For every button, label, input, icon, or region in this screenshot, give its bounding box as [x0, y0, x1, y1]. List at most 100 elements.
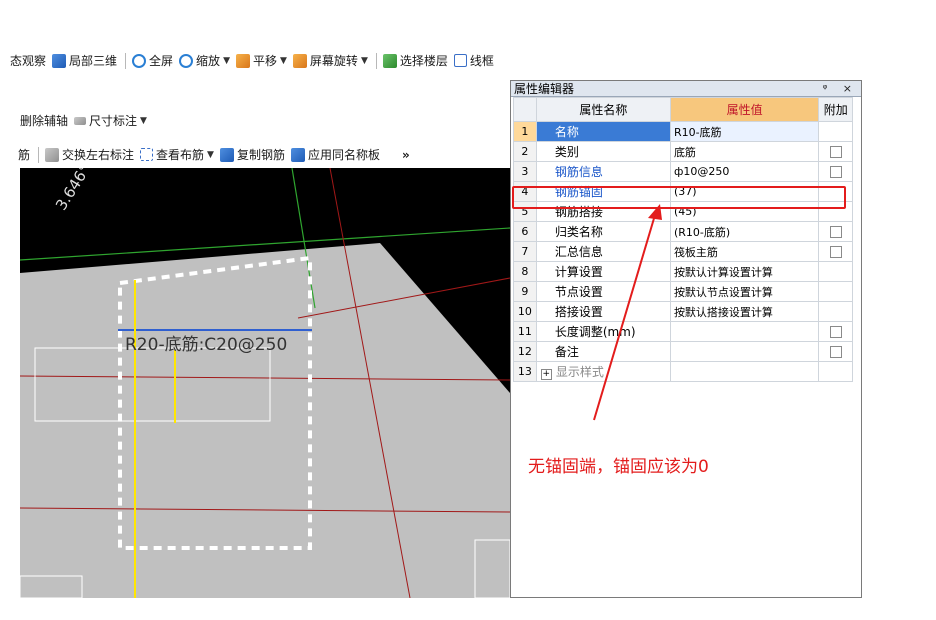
table-row[interactable]: 1 名称 R10-底筋	[513, 121, 853, 142]
extra-cell	[818, 321, 853, 342]
header-num	[513, 97, 537, 122]
zoom-fit-icon	[132, 53, 147, 68]
annotation-text: 无锚固端，锚固应该为0	[528, 457, 709, 477]
cad-canvas[interactable]: R20-底筋:C20@250 3.646°	[20, 168, 510, 598]
property-name: 汇总信息	[535, 241, 671, 262]
dimension-icon	[74, 116, 87, 125]
extra-cell	[818, 241, 853, 262]
property-name: 备注	[535, 341, 671, 362]
table-row[interactable]: 6 归类名称 (R10-底筋)	[513, 221, 853, 242]
chevron-down-icon: ▼	[140, 115, 147, 126]
extra-checkbox[interactable]	[829, 346, 842, 358]
wireframe-icon	[453, 54, 467, 67]
rebar-button[interactable]: 筋	[18, 146, 30, 163]
pan-label: 平移	[252, 54, 277, 68]
local-3d-label: 局部三维	[69, 54, 118, 68]
fullscreen-button[interactable]: 全屏	[132, 52, 173, 69]
cube-icon	[52, 53, 67, 68]
separator	[125, 52, 127, 69]
table-row[interactable]: 13 + 显示样式	[513, 361, 853, 382]
extra-checkbox[interactable]	[829, 326, 842, 338]
view-rebar-label: 查看布筋	[156, 148, 205, 162]
property-value[interactable]: R10-底筋	[669, 121, 820, 142]
property-name-label: 显示样式	[555, 365, 604, 379]
rotate-screen-button[interactable]: 屏幕旋转 ▼	[292, 52, 368, 69]
extra-checkbox[interactable]	[829, 146, 842, 158]
zoom-button[interactable]: 缩放 ▼	[179, 52, 230, 69]
select-floor-button[interactable]: 选择楼层	[382, 52, 448, 69]
property-value[interactable]: (R10-底筋)	[669, 221, 820, 242]
header-extra: 附加	[818, 97, 853, 122]
extra-cell	[818, 261, 853, 282]
separator	[38, 146, 40, 163]
property-value[interactable]: 筏板主筋	[669, 241, 820, 262]
rebar-label: R20-底筋:C20@250	[125, 335, 288, 355]
property-name: 计算设置	[535, 261, 671, 282]
table-row[interactable]: 2 类别 底筋	[513, 141, 853, 162]
hand-icon	[235, 53, 250, 68]
extra-checkbox[interactable]	[829, 226, 842, 238]
extra-cell	[818, 161, 853, 182]
view-layout-icon	[140, 148, 154, 161]
property-name: 名称	[535, 121, 671, 142]
row-number: 10	[513, 301, 537, 322]
delete-aux-axis-button[interactable]: 删除辅轴	[20, 112, 68, 129]
apply-same-name-button[interactable]: 应用同名称板	[290, 146, 380, 163]
property-value[interactable]: 按默认搭接设置计算	[669, 301, 820, 322]
property-editor: 属性编辑器 ᵠ × 属性名称 属性值 附加 1 名称 R10-底筋 2 类别 底筋 3 钢筋信…	[510, 80, 862, 598]
chevron-down-icon: ▼	[280, 55, 287, 66]
property-name: + 显示样式	[535, 361, 671, 382]
property-value[interactable]: 按默认节点设置计算	[669, 281, 820, 302]
wireframe-label: 线框	[469, 54, 494, 68]
expand-icon[interactable]: +	[540, 369, 552, 380]
table-row[interactable]: 8 计算设置 按默认计算设置计算	[513, 261, 853, 282]
table-row[interactable]: 9 节点设置 按默认节点设置计算	[513, 281, 853, 302]
extra-cell	[818, 341, 853, 362]
property-value[interactable]	[669, 321, 820, 342]
overflow-label: »	[402, 147, 410, 162]
copy-icon	[219, 147, 234, 162]
property-name: 归类名称	[535, 221, 671, 242]
property-value[interactable]: 底筋	[669, 141, 820, 162]
property-value[interactable]	[669, 361, 820, 382]
property-value[interactable]: 按默认计算设置计算	[669, 261, 820, 282]
row-number: 8	[513, 261, 537, 282]
property-value[interactable]: ф10@250	[669, 161, 820, 182]
property-name: 搭接设置	[535, 301, 671, 322]
panel-controls[interactable]: ᵠ ×	[823, 82, 858, 95]
copy-rebar-button[interactable]: 复制钢筋	[219, 146, 285, 163]
view-rebar-button[interactable]: 查看布筋 ▼	[140, 146, 214, 163]
swap-annotation-button[interactable]: 交换左右标注	[45, 146, 134, 163]
pan-button[interactable]: 平移 ▼	[235, 52, 287, 69]
swap-icon	[45, 147, 60, 162]
property-name: 节点设置	[535, 281, 671, 302]
property-value[interactable]	[669, 341, 820, 362]
cad-drawing	[20, 168, 510, 598]
table-row[interactable]: 7 汇总信息 筏板主筋	[513, 241, 853, 262]
extra-checkbox[interactable]	[829, 166, 842, 178]
table-row[interactable]: 10 搭接设置 按默认搭接设置计算	[513, 301, 853, 322]
dimension-button[interactable]: 尺寸标注 ▼	[74, 112, 147, 129]
toolbar-overflow-button[interactable]: »	[402, 148, 410, 162]
extra-checkbox[interactable]	[829, 246, 842, 258]
row-number: 3	[513, 161, 537, 182]
zoom-icon	[179, 53, 194, 68]
zoom-label: 缩放	[196, 54, 221, 68]
row-number: 7	[513, 241, 537, 262]
extra-cell	[818, 281, 853, 302]
row-number: 11	[513, 321, 537, 342]
table-row[interactable]: 11 长度调整(mm)	[513, 321, 853, 342]
property-name: 钢筋信息	[535, 161, 671, 182]
extra-cell	[818, 361, 853, 382]
row-number: 12	[513, 341, 537, 362]
rebar-label: 筋	[18, 148, 31, 162]
table-row[interactable]: 12 备注	[513, 341, 853, 362]
highlight-box	[512, 186, 846, 209]
table-row[interactable]: 3 钢筋信息 ф10@250	[513, 161, 853, 182]
table-header: 属性名称 属性值 附加	[513, 97, 853, 122]
property-editor-titlebar: 属性编辑器 ᵠ ×	[511, 81, 861, 97]
dynamic-view-button[interactable]: 态观察	[10, 52, 46, 69]
wireframe-button[interactable]: 线框	[453, 52, 494, 69]
chevron-down-icon: ▼	[207, 149, 214, 160]
local-3d-button[interactable]: 局部三维	[52, 52, 117, 69]
